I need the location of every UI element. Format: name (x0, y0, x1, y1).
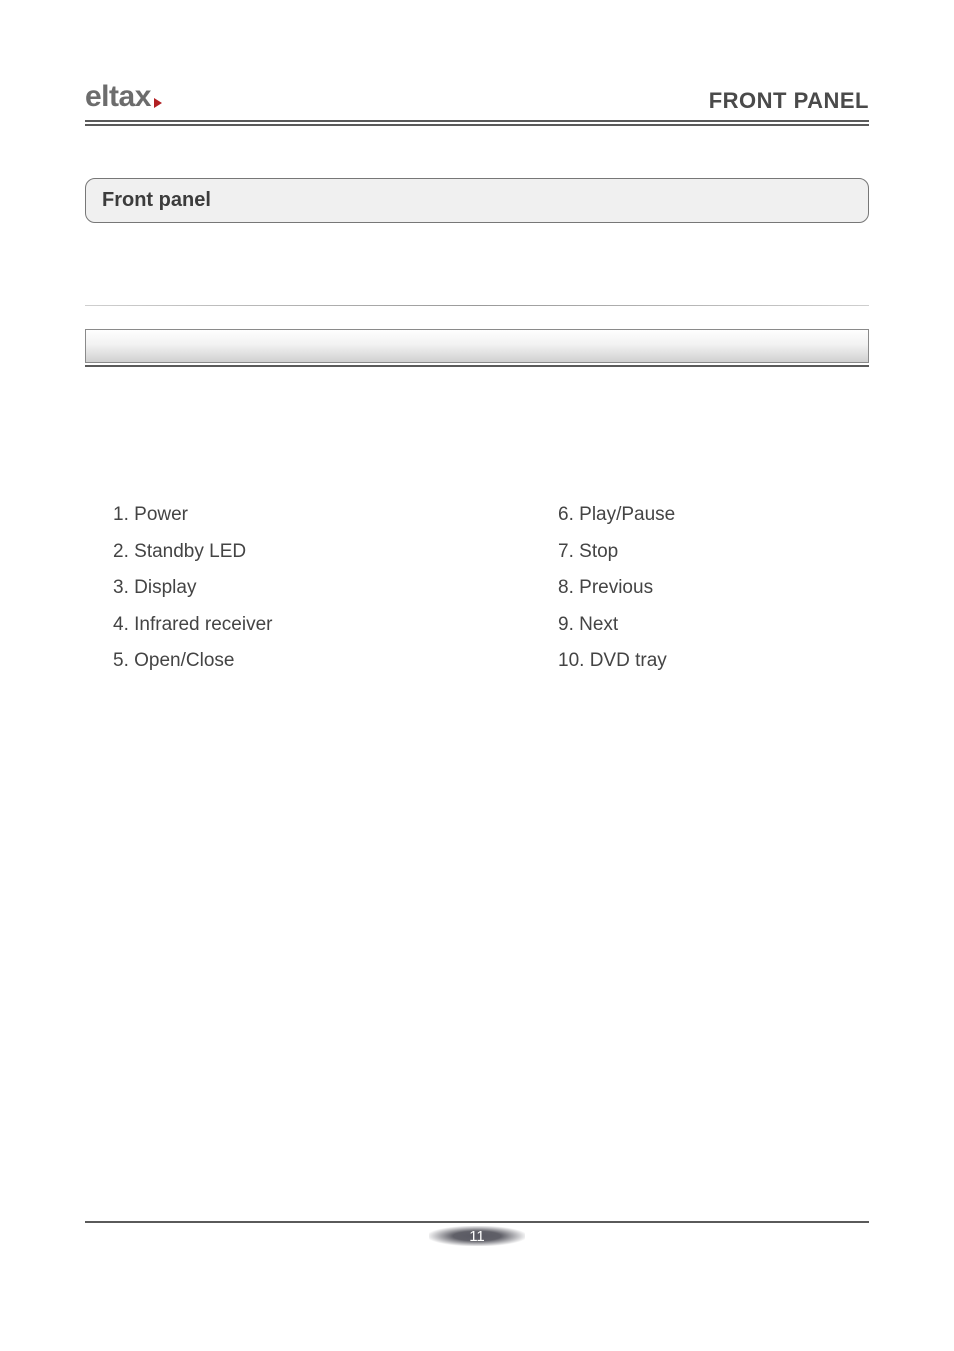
brand-logo-text: eltax (85, 80, 151, 114)
feature-list-right: 6. Play/Pause 7. Stop 8. Previous 9. Nex… (558, 501, 869, 676)
list-item-num: 9. (558, 614, 574, 635)
list-item-label: DVD tray (590, 650, 667, 671)
list-item-num: 5. (113, 650, 129, 671)
device-illustration-top-rule (85, 305, 869, 306)
feature-list-left: 1. Power 2. Standby LED 3. Display 4. In… (113, 501, 558, 676)
section-heading-box: Front panel (85, 178, 869, 223)
list-item-num: 8. (558, 577, 574, 598)
list-item-num: 2. (113, 541, 129, 562)
list-item-num: 6. (558, 504, 574, 525)
list-item-num: 7. (558, 541, 574, 562)
list-item: 3. Display (113, 574, 558, 603)
list-item: 7. Stop (558, 538, 869, 567)
list-item-label: Previous (579, 577, 653, 598)
page-footer: 11 (85, 1221, 869, 1246)
list-item: 8. Previous (558, 574, 869, 603)
list-item: 5. Open/Close (113, 647, 558, 676)
list-item-label: Next (579, 614, 618, 635)
brand-logo-triangle-icon (154, 98, 162, 108)
list-item-num: 1. (113, 504, 129, 525)
list-item-num: 3. (113, 577, 129, 598)
list-item-num: 10. (558, 650, 584, 671)
feature-list-columns: 1. Power 2. Standby LED 3. Display 4. In… (85, 501, 869, 676)
device-illustration-underline (85, 365, 869, 367)
list-item-label: Standby LED (134, 541, 246, 562)
list-item: 1. Power (113, 501, 558, 530)
header-divider (85, 120, 869, 126)
list-item-label: Power (134, 504, 188, 525)
footer-divider (85, 1221, 869, 1223)
page-number: 11 (469, 1228, 485, 1245)
section-heading: Front panel (102, 189, 852, 212)
list-item: 10. DVD tray (558, 647, 869, 676)
device-illustration-band (85, 329, 869, 363)
page-number-band: 11 (429, 1226, 525, 1246)
list-item-label: Display (134, 577, 196, 598)
document-page: eltax FRONT PANEL Front panel 1. Power 2… (0, 0, 954, 1351)
list-item-label: Infrared receiver (134, 614, 272, 635)
list-item-label: Play/Pause (579, 504, 675, 525)
list-item-label: Stop (579, 541, 618, 562)
list-item-label: Open/Close (134, 650, 234, 671)
list-item: 6. Play/Pause (558, 501, 869, 530)
page-header: eltax FRONT PANEL (85, 82, 869, 114)
list-item: 2. Standby LED (113, 538, 558, 567)
page-title: FRONT PANEL (709, 88, 869, 114)
brand-logo: eltax (85, 80, 162, 114)
list-item: 9. Next (558, 611, 869, 640)
list-item: 4. Infrared receiver (113, 611, 558, 640)
list-item-num: 4. (113, 614, 129, 635)
